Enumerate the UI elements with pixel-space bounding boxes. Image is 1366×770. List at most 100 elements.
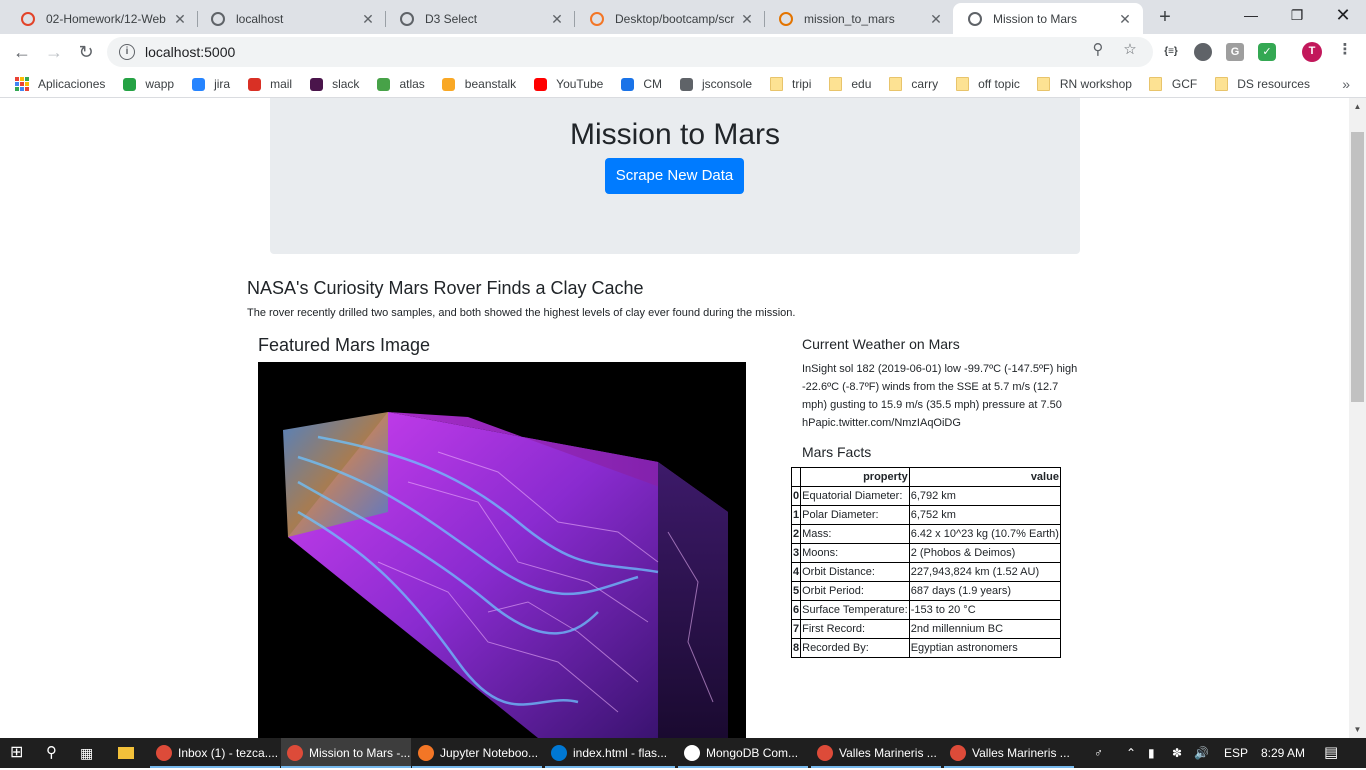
notifications-icon[interactable]: ▤ xyxy=(1324,738,1342,768)
folder-icon xyxy=(827,76,843,92)
windows-start-icon[interactable]: ⊞ xyxy=(10,738,30,768)
notebook-icon xyxy=(778,11,794,27)
bookmark-item[interactable]: edu xyxy=(827,76,871,92)
bookmark-item[interactable]: carry xyxy=(887,76,938,92)
browser-tab[interactable]: Desktop/bootcamp/scr ✕ xyxy=(575,3,765,34)
row-index-cell: 4 xyxy=(790,562,802,582)
profile-avatar[interactable]: T xyxy=(1302,42,1322,62)
shield-extension-icon[interactable]: ✓ xyxy=(1258,43,1276,61)
close-tab-icon[interactable]: ✕ xyxy=(172,11,188,27)
browser-tab[interactable]: D3 Select ✕ xyxy=(385,3,575,34)
restore-button[interactable]: ❐ xyxy=(1274,0,1320,30)
more-bookmarks-chevron-icon[interactable]: » xyxy=(1342,76,1350,92)
taskbar-window-button[interactable]: index.html - flas... xyxy=(545,738,675,768)
tab-label: Desktop/bootcamp/scr xyxy=(615,11,735,26)
minimize-button[interactable]: — xyxy=(1228,0,1274,30)
scroll-thumb[interactable] xyxy=(1351,132,1364,402)
grammarly-extension-icon[interactable]: G xyxy=(1226,43,1244,61)
folder-icon xyxy=(1213,76,1229,92)
close-tab-icon[interactable]: ✕ xyxy=(928,11,944,27)
tab-label: D3 Select xyxy=(425,11,478,26)
taskbar-window-button[interactable]: Inbox (1) - tezca.... xyxy=(150,738,280,768)
mongodb-icon xyxy=(684,745,700,761)
bookmark-item[interactable]: jira xyxy=(190,76,230,92)
clock[interactable]: 8:29 AM xyxy=(1261,738,1305,768)
browser-tab[interactable]: 02-Homework/12-Web ✕ xyxy=(6,3,198,34)
zoom-icon[interactable]: ⚲ xyxy=(1089,41,1107,59)
forward-arrow-icon[interactable]: → xyxy=(40,38,68,66)
bookmark-item[interactable]: GCF xyxy=(1148,76,1197,92)
bookmark-item[interactable]: Aplicaciones xyxy=(14,76,105,92)
wifi-icon[interactable]: ✽ xyxy=(1172,738,1188,768)
bookmark-item[interactable]: jsconsole xyxy=(678,76,752,92)
new-tab-button[interactable]: + xyxy=(1153,6,1177,30)
json-extension-icon[interactable]: {≡} xyxy=(1162,43,1180,61)
scroll-down-arrow-icon[interactable]: ▼ xyxy=(1349,721,1366,738)
table-row: 4 Orbit Distance: 227,943,824 km (1.52 AU) xyxy=(790,562,1061,582)
scrape-new-data-button[interactable]: Scrape New Data xyxy=(605,158,744,194)
property-cell: Orbit Period: xyxy=(800,581,910,601)
close-tab-icon[interactable]: ✕ xyxy=(549,11,565,27)
property-cell: First Record: xyxy=(800,619,910,639)
cm-icon xyxy=(619,76,635,92)
taskbar-window-button[interactable]: Valles Marineris ... xyxy=(811,738,941,768)
volume-icon[interactable]: 🔊 xyxy=(1194,738,1210,768)
file-explorer-icon[interactable] xyxy=(118,738,138,768)
bookmark-item[interactable]: RN workshop xyxy=(1036,76,1132,92)
bookmark-item[interactable]: mail xyxy=(246,76,292,92)
close-tab-icon[interactable]: ✕ xyxy=(739,11,755,27)
taskbar-window-label: MongoDB Com... xyxy=(706,746,799,760)
value-cell: Egyptian astronomers xyxy=(908,638,1061,658)
bookmark-item[interactable]: off topic xyxy=(954,76,1020,92)
bookmark-label: DS resources xyxy=(1237,77,1310,91)
reload-icon[interactable]: ↻ xyxy=(72,38,100,66)
globe-icon xyxy=(210,11,226,27)
bookmark-item[interactable]: wapp xyxy=(121,76,174,92)
tab-label: Mission to Mars xyxy=(993,11,1078,26)
bookmark-item[interactable]: YouTube xyxy=(532,76,603,92)
table-row: 0 Equatorial Diameter: 6,792 km xyxy=(790,486,1061,506)
taskbar-window-label: Valles Marineris ... xyxy=(839,746,937,760)
people-icon[interactable]: ♂ xyxy=(1094,738,1110,768)
battery-icon[interactable]: ▮ xyxy=(1148,738,1164,768)
circle-extension-icon[interactable] xyxy=(1194,43,1212,61)
taskbar-window-button[interactable]: Valles Marineris ... xyxy=(944,738,1074,768)
cosmic-web-illustration xyxy=(258,362,746,738)
tray-chevron-icon[interactable]: ⌃ xyxy=(1126,738,1140,768)
bookmark-label: edu xyxy=(851,77,872,91)
bookmark-star-icon[interactable]: ☆ xyxy=(1121,41,1139,59)
property-cell: Polar Diameter: xyxy=(800,505,910,525)
bookmark-label: YouTube xyxy=(556,77,604,91)
bookmark-item[interactable]: atlas xyxy=(375,76,425,92)
browser-tab[interactable]: localhost ✕ xyxy=(196,3,386,34)
bookmark-item[interactable]: tripi xyxy=(768,76,811,92)
page-scrollbar[interactable]: ▲ ▼ xyxy=(1349,98,1366,738)
bookmark-item[interactable]: slack xyxy=(308,76,359,92)
taskbar-window-label: Jupyter Noteboo... xyxy=(440,746,539,760)
back-arrow-icon[interactable]: ← xyxy=(8,38,36,66)
site-info-icon[interactable]: i xyxy=(119,44,135,60)
address-bar[interactable]: i localhost:5000 xyxy=(107,37,1153,67)
search-icon[interactable]: ⚲ xyxy=(46,738,66,768)
close-window-button[interactable]: ✕ xyxy=(1320,0,1366,30)
folder-icon xyxy=(1148,76,1164,92)
taskbar-window-button[interactable]: Mission to Mars -... xyxy=(281,738,411,768)
close-tab-icon[interactable]: ✕ xyxy=(1117,11,1133,27)
language-indicator[interactable]: ESP xyxy=(1224,738,1248,768)
taskbar-window-button[interactable]: Jupyter Noteboo... xyxy=(412,738,542,768)
windows-taskbar: ⊞ ⚲ ▦ ♂ ⌃ ▮ ✽ 🔊 ESP 8:29 AM ▤ Inbox (1) … xyxy=(0,738,1366,768)
bookmark-item[interactable]: DS resources xyxy=(1213,76,1310,92)
menu-kebab-icon[interactable]: ⋮ xyxy=(1336,41,1354,59)
chrome-icon xyxy=(950,745,966,761)
browser-tab[interactable]: mission_to_mars ✕ xyxy=(764,3,954,34)
taskbar-window-button[interactable]: MongoDB Com... xyxy=(678,738,808,768)
bookmark-item[interactable]: beanstalk xyxy=(441,76,516,92)
task-view-icon[interactable]: ▦ xyxy=(80,738,100,768)
bookmark-item[interactable]: CM xyxy=(619,76,662,92)
row-index-cell: 7 xyxy=(790,619,802,639)
close-tab-icon[interactable]: ✕ xyxy=(360,11,376,27)
scroll-up-arrow-icon[interactable]: ▲ xyxy=(1349,98,1366,115)
weather-heading: Current Weather on Mars xyxy=(802,336,960,352)
browser-tab[interactable]: Mission to Mars ✕ xyxy=(953,3,1143,34)
gmail-icon xyxy=(246,76,262,92)
